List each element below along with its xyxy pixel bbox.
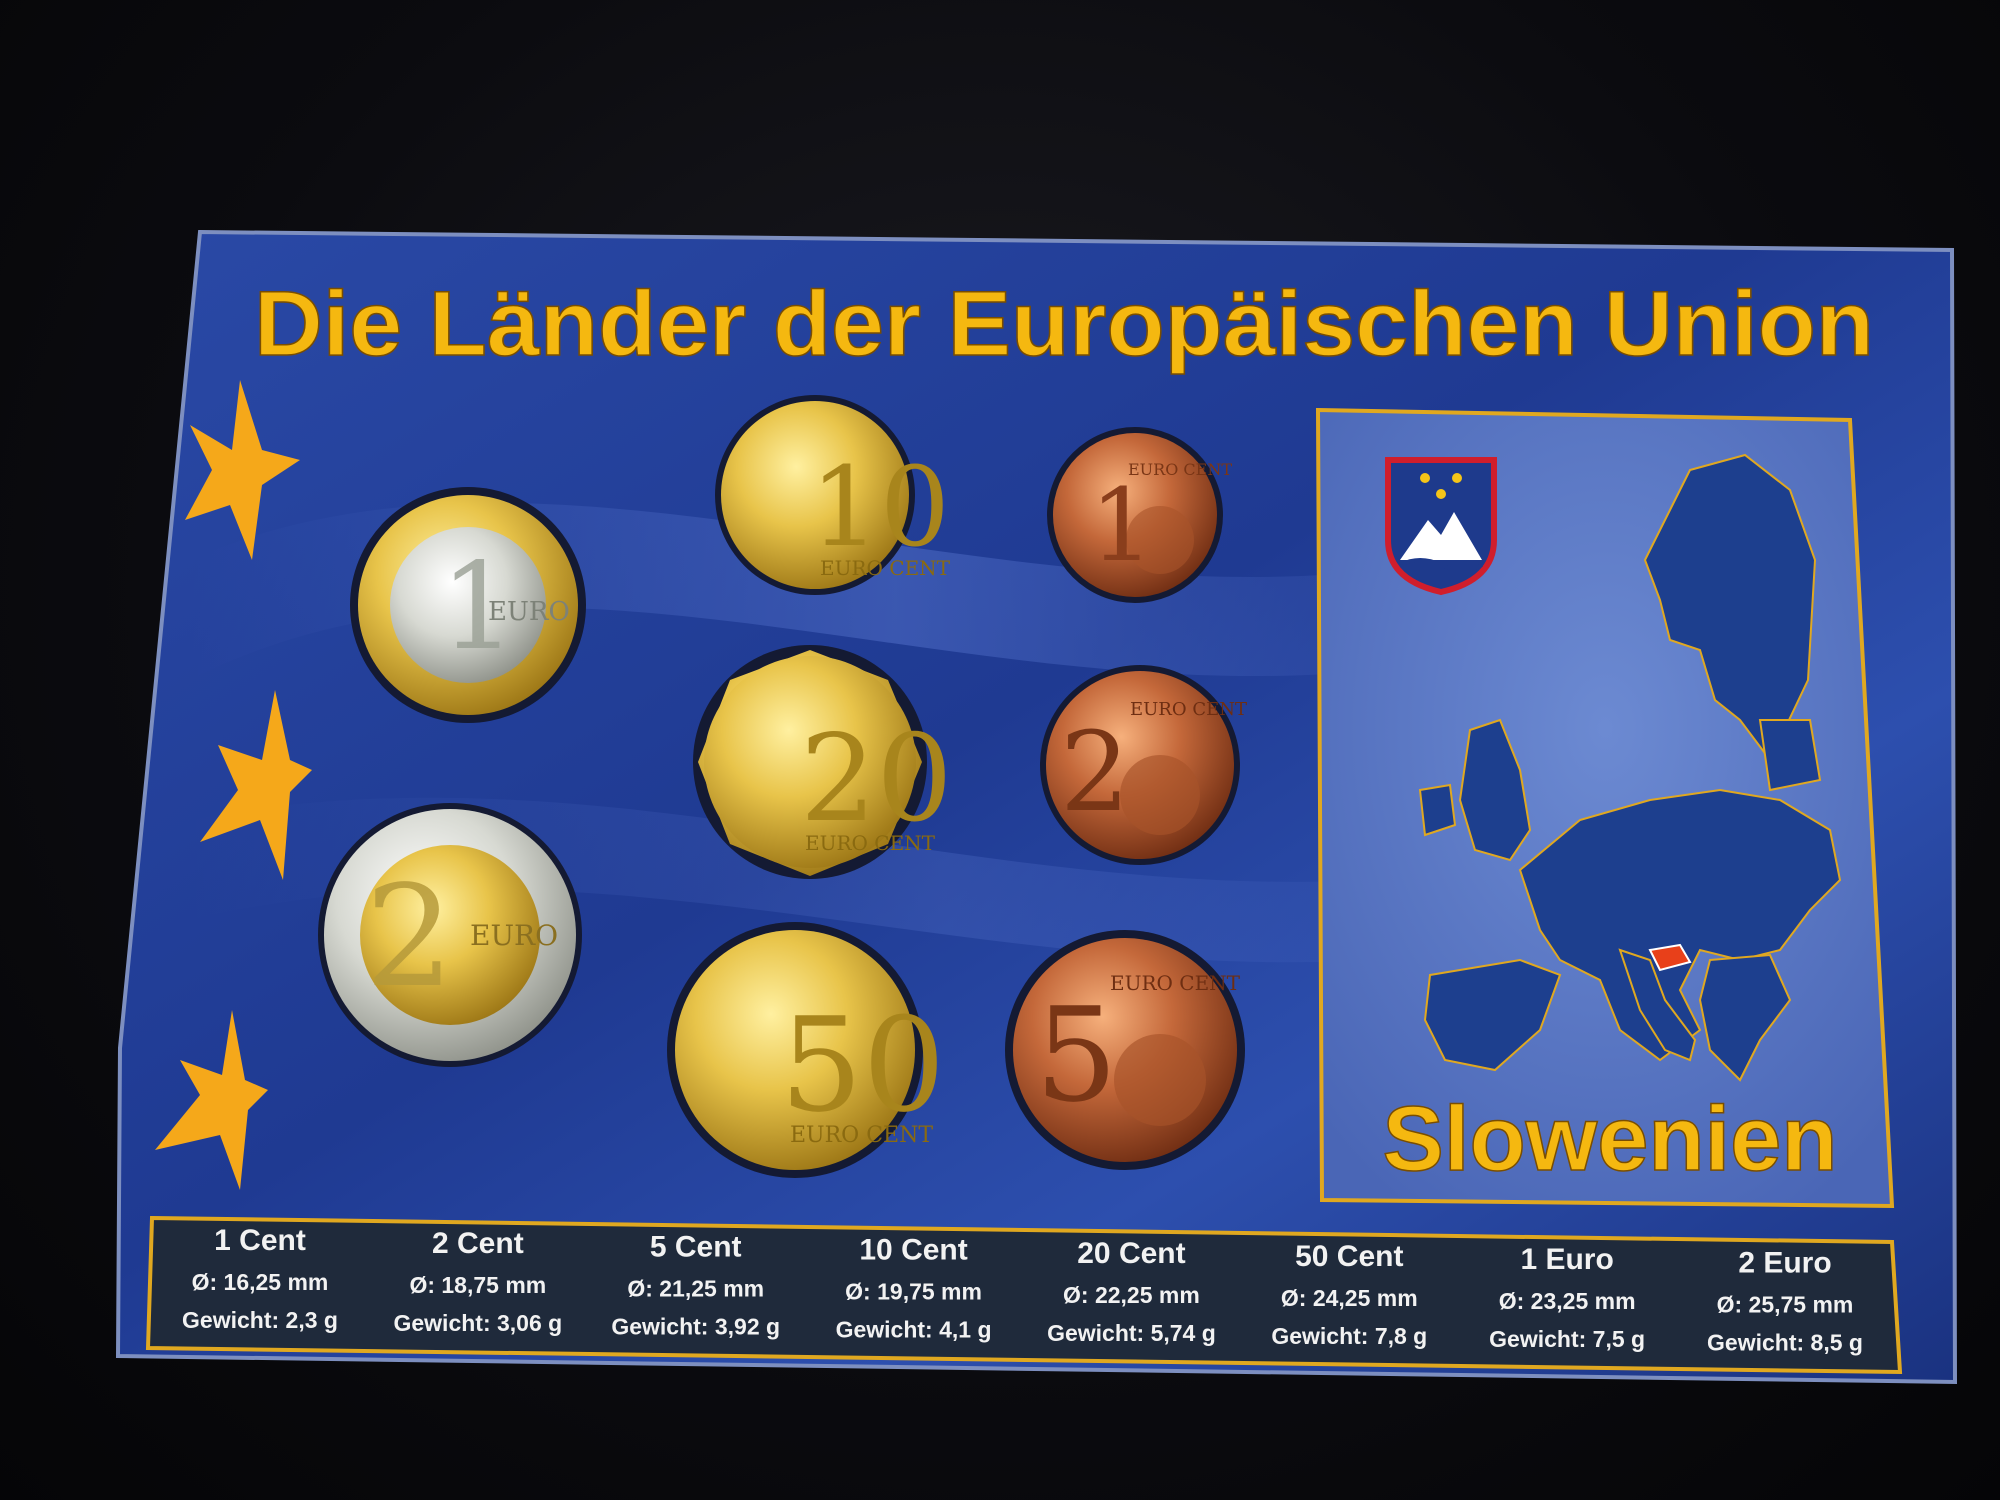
slovenia-coat-of-arms-icon — [1385, 457, 1497, 596]
spec-diameter: Ø: 21,25 mm — [627, 1275, 764, 1301]
spec-diameter: Ø: 19,75 mm — [845, 1279, 982, 1305]
spec-coin-name: 1 Cent — [214, 1224, 306, 1257]
spec-coin-name: 50 Cent — [1295, 1240, 1403, 1273]
spec-diameter: Ø: 24,25 mm — [1281, 1285, 1418, 1311]
svg-text:EURO: EURO — [470, 919, 558, 952]
spec-weight: Gewicht: 7,8 g — [1271, 1323, 1427, 1349]
coin-5-cent: 5 EURO CENT — [1005, 930, 1245, 1170]
spec-diameter: Ø: 18,75 mm — [409, 1272, 546, 1298]
svg-text:2: 2 — [365, 856, 454, 1019]
spec-diameter: Ø: 25,75 mm — [1717, 1291, 1854, 1317]
spec-coin-name: 10 Cent — [859, 1234, 967, 1267]
coin-2-euro: 2 EURO — [318, 803, 582, 1067]
map-panel: Slowenien — [1315, 407, 1895, 1209]
country-name: Slowenien — [1383, 1088, 1838, 1190]
svg-text:2: 2 — [1060, 708, 1130, 836]
spec-weight: Gewicht: 8,5 g — [1707, 1329, 1863, 1355]
spec-coin-name: 1 Euro — [1520, 1243, 1613, 1276]
svg-text:EURO CENT: EURO CENT — [790, 1123, 933, 1148]
spec-coin-name: 5 Cent — [650, 1230, 742, 1263]
spec-weight: Gewicht: 2,3 g — [182, 1307, 338, 1333]
svg-text:EURO CENT: EURO CENT — [1110, 971, 1241, 995]
page-title: Die Länder der Europäischen Union — [254, 273, 1874, 375]
spec-diameter: Ø: 22,25 mm — [1063, 1282, 1200, 1308]
svg-text:10: 10 — [810, 443, 950, 571]
svg-text:50: 50 — [780, 989, 945, 1141]
svg-text:5: 5 — [1035, 979, 1118, 1131]
spec-weight: Gewicht: 7,5 g — [1489, 1326, 1645, 1352]
coin-1-euro: 1 EURO — [350, 487, 586, 723]
svg-text:1: 1 — [1090, 467, 1154, 584]
svg-text:EURO CENT: EURO CENT — [1128, 460, 1232, 479]
spec-weight: Gewicht: 4,1 g — [836, 1317, 992, 1343]
spec-coin-name: 2 Cent — [432, 1227, 524, 1260]
svg-text:20: 20 — [800, 710, 953, 849]
svg-text:EURO CENT: EURO CENT — [820, 556, 951, 580]
specs-panel: 1 Cent Ø: 16,25 mm Gewicht: 2,3 g 2 Cent Ø: … — [145, 1215, 1903, 1375]
spec-coin-name: 2 Euro — [1738, 1246, 1831, 1279]
spec-weight: Gewicht: 3,92 g — [611, 1313, 780, 1339]
spec-weight: Gewicht: 3,06 g — [393, 1310, 562, 1336]
svg-text:EURO: EURO — [488, 597, 570, 627]
spec-weight: Gewicht: 5,74 g — [1047, 1320, 1216, 1346]
spec-diameter: Ø: 16,25 mm — [192, 1269, 329, 1295]
svg-text:EURO CENT: EURO CENT — [1130, 699, 1247, 720]
spec-coin-name: 20 Cent — [1077, 1237, 1185, 1270]
svg-text:EURO CENT: EURO CENT — [805, 831, 936, 855]
spec-diameter: Ø: 23,25 mm — [1499, 1288, 1636, 1314]
coin-set-card-photo: Die Länder der Europäischen Union 1 EURO… — [115, 229, 1958, 1385]
